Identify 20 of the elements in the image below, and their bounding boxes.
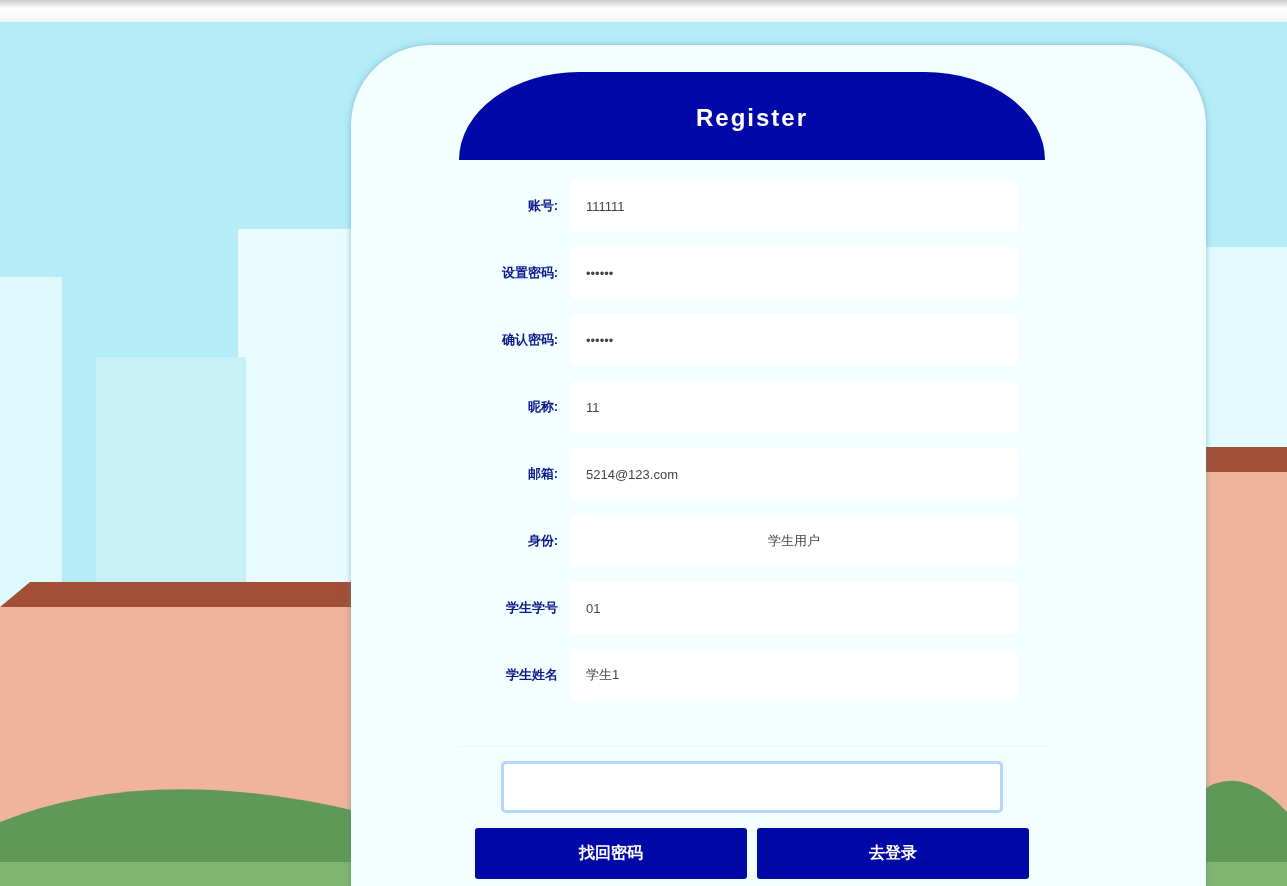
action-button[interactable]: 找回密码 [475, 828, 747, 879]
input-field[interactable]: 11 [571, 381, 1017, 433]
input-field[interactable]: •••••• [571, 314, 1017, 366]
field-label: 设置密码: [500, 264, 558, 282]
input-field[interactable]: 5214@123.com [571, 448, 1017, 500]
register-title: Register [695, 103, 808, 132]
field-label: 学生学号 [505, 599, 558, 617]
field-label: 确认密码: [500, 331, 558, 349]
select-field[interactable]: 学生用户 [571, 515, 1017, 567]
field-label: 邮箱: [526, 465, 558, 483]
input-field[interactable]: 学生1 [571, 649, 1017, 701]
field-label: 昵称: [526, 398, 558, 416]
action-button[interactable]: 去登录 [757, 828, 1029, 879]
field-label: 账号: [526, 197, 558, 215]
field-label: 学生姓名 [505, 666, 558, 684]
input-field[interactable]: •••••• [571, 247, 1017, 299]
field-label: 身份: [526, 532, 558, 550]
text-area[interactable] [501, 761, 1003, 813]
input-field[interactable]: 111111 [571, 180, 1017, 232]
input-field[interactable]: 01 [571, 582, 1017, 634]
